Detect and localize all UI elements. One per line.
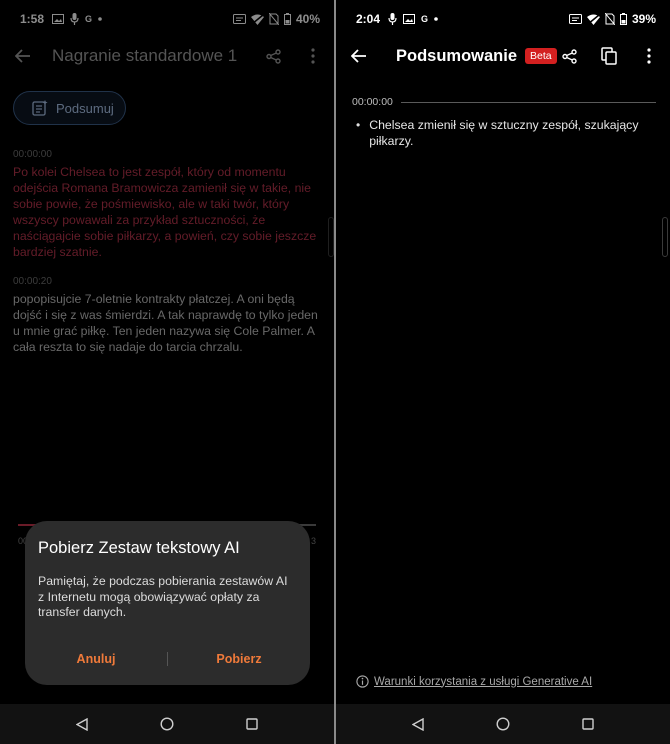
share-button[interactable]: [558, 45, 580, 67]
beta-badge: Beta: [525, 48, 557, 64]
nav-recents-button[interactable]: [579, 715, 597, 733]
triangle-back-icon: [412, 717, 425, 731]
cancel-button[interactable]: Anuluj: [25, 652, 167, 666]
download-button[interactable]: Pobierz: [168, 652, 310, 666]
nav-back-button[interactable]: [409, 715, 427, 733]
copy-icon: [601, 47, 617, 65]
square-recents-icon: [245, 718, 258, 730]
dot-icon: [434, 17, 438, 21]
summary-bullet: • Chelsea zmienił się w sztuczny zespół,…: [356, 117, 656, 149]
battery-percent: 39%: [631, 12, 656, 26]
download-dialog: Pobierz Zestaw tekstowy AI Pamiętaj, że …: [25, 521, 310, 685]
app-bar: Podsumowanie Beta: [336, 38, 670, 74]
timestamp-divider: [400, 101, 656, 103]
bullet-dot: •: [356, 118, 361, 132]
more-options-button[interactable]: [638, 45, 660, 67]
back-button[interactable]: [348, 45, 370, 67]
share-icon: [561, 48, 577, 64]
arrow-left-icon: [351, 49, 366, 63]
terms-link[interactable]: Warunki korzystania z usługi Generative …: [374, 676, 592, 688]
square-recents-icon: [581, 718, 594, 730]
image-notification-icon: [403, 14, 416, 24]
dialog-message: Pamiętaj, że podczas pobierania zestawów…: [38, 574, 288, 619]
info-icon: [356, 675, 369, 688]
summary-timestamp-row: 00:00:00: [352, 96, 656, 108]
status-bar: 2:04 G 39%: [336, 0, 670, 38]
nav-recents-button[interactable]: [243, 715, 261, 733]
status-time: 2:04: [356, 12, 381, 26]
nav-home-button[interactable]: [494, 715, 512, 733]
google-icon: G: [421, 14, 429, 24]
navigation-bar: [336, 704, 670, 744]
microphone-icon: [388, 13, 397, 25]
circle-home-icon: [496, 717, 510, 731]
wifi-icon: [586, 13, 600, 25]
navigation-bar: [0, 704, 334, 744]
circle-home-icon: [160, 717, 174, 731]
terms-row: Warunki korzystania z usługi Generative …: [356, 675, 592, 688]
panel-handle[interactable]: [662, 217, 668, 257]
page-title: Podsumowanie: [396, 46, 518, 65]
left-screen: 1:58 G 40% Nagranie standardowe 1 Podsum…: [0, 0, 334, 744]
bullet-text: Chelsea zmienił się w sztuczny zespół, s…: [369, 118, 639, 148]
nfc-icon: [568, 14, 582, 24]
summary-panel: 00:00:00 • Chelsea zmienił się w sztuczn…: [336, 74, 670, 704]
triangle-back-icon: [76, 717, 89, 731]
copy-button[interactable]: [598, 45, 620, 67]
more-vertical-icon: [647, 48, 651, 64]
nav-home-button[interactable]: [158, 715, 176, 733]
dialog-title: Pobierz Zestaw tekstowy AI: [38, 539, 240, 557]
right-screen: 2:04 G 39% Podsumowanie Beta 00:00:00 • …: [336, 0, 670, 744]
battery-icon: [619, 13, 627, 25]
nav-back-button[interactable]: [73, 715, 91, 733]
no-sim-icon: [604, 13, 615, 25]
summary-timestamp: 00:00:00: [352, 96, 393, 108]
